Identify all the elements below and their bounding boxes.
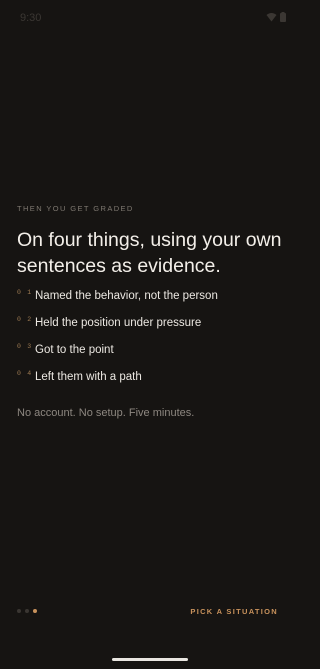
pager-dot (25, 609, 29, 613)
grading-criteria-list: 0 1 Named the behavior, not the person 0… (17, 288, 287, 396)
status-icons (266, 12, 286, 22)
criterion-item: 0 1 Named the behavior, not the person (17, 288, 287, 315)
status-bar: 9:30 (0, 0, 300, 30)
onboarding-screen: 9:30 THEN YOU GET GRADED On four things,… (0, 0, 300, 669)
page-title: On four things, using your own sentences… (17, 229, 282, 277)
wifi-icon (266, 13, 277, 22)
criterion-number: 0 4 (17, 370, 33, 377)
criterion-label: Left them with a path (35, 371, 142, 383)
criterion-item: 0 4 Left them with a path (17, 369, 287, 396)
pager-dot (17, 609, 21, 613)
pager-dot-active (33, 609, 37, 613)
pick-situation-button[interactable]: PICK A SITUATION (190, 607, 278, 616)
criterion-label: Got to the point (35, 344, 114, 356)
section-eyebrow: THEN YOU GET GRADED (17, 204, 134, 213)
info-note: No account. No setup. Five minutes. (17, 407, 195, 419)
status-time: 9:30 (20, 12, 42, 24)
criterion-label: Held the position under pressure (35, 317, 202, 329)
home-indicator[interactable] (112, 658, 188, 661)
criterion-number: 0 1 (17, 289, 33, 296)
battery-icon (280, 12, 286, 22)
criterion-number: 0 3 (17, 343, 33, 350)
criterion-item: 0 2 Held the position under pressure (17, 315, 287, 342)
criterion-number: 0 2 (17, 316, 33, 323)
page-indicator (17, 609, 37, 613)
criterion-label: Named the behavior, not the person (35, 290, 218, 302)
criterion-item: 0 3 Got to the point (17, 342, 287, 369)
